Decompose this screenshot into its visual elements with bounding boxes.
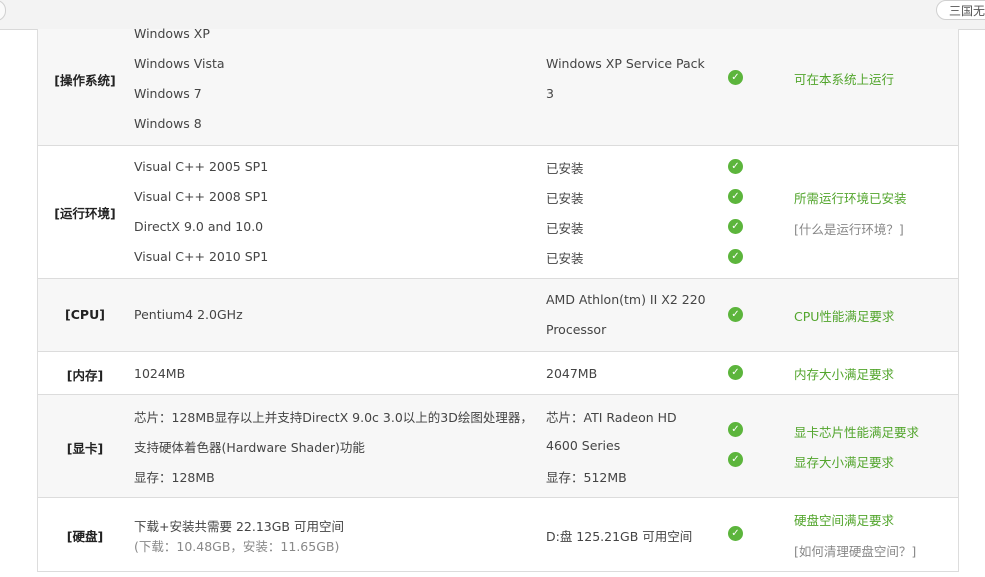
cur-runtime-4: 已安装 [546, 251, 584, 266]
table-row-cpu: [CPU] Pentium4 2.0GHz AMD Athlon(tm) II … [38, 279, 958, 352]
cur-os-2: 3 [546, 86, 554, 101]
category-label: [硬盘] [66, 529, 104, 544]
check-circle-icon: ✓ [728, 452, 743, 467]
what-is-runtime-link[interactable]: [什么是运行环境？] [794, 219, 904, 238]
requirements-table: [操作系统] Windows XP Windows Vista Windows … [37, 26, 959, 572]
cur-gpu-1: 芯片：ATI Radeon HD [546, 410, 677, 425]
table-row-runtime: [运行环境] Visual C++ 2005 SP1 Visual C++ 20… [38, 146, 958, 279]
cur-os-1: Windows XP Service Pack [546, 56, 705, 71]
cur-memory: 2047MB [546, 366, 598, 381]
table-row-disk: [硬盘] 下载+安装共需要 22.13GB 可用空间 (下载：10.48GB，安… [38, 498, 958, 572]
check-circle-icon: ✓ [728, 219, 743, 234]
category-label: [内存] [66, 368, 104, 383]
result-runtime: 所需运行环境已安装 [794, 191, 907, 206]
result-os: 可在本系统上运行 [794, 72, 895, 87]
cur-runtime-2: 已安装 [546, 191, 584, 206]
check-circle-icon: ✓ [728, 189, 743, 204]
result-disk: 硬盘空间满足要求 [794, 513, 895, 528]
category-label: [CPU] [65, 307, 105, 322]
req-os-1: Windows XP [134, 26, 210, 41]
req-memory: 1024MB [134, 366, 186, 381]
table-row-graphics: [显卡] 芯片：128MB显存以上并支持DirectX 9.0c 3.0以上的3… [38, 395, 958, 498]
req-runtime-4: Visual C++ 2010 SP1 [134, 249, 269, 264]
check-circle-icon: ✓ [728, 422, 743, 437]
req-gpu-1: 芯片：128MB显存以上并支持DirectX 9.0c 3.0以上的3D绘图处理… [134, 410, 533, 425]
req-disk-2: (下载：10.48GB，安装：11.65GB) [134, 539, 340, 554]
cur-gpu-3: 显存：512MB [546, 470, 627, 485]
category-label: [运行环境] [54, 206, 116, 221]
check-circle-icon: ✓ [728, 249, 743, 264]
check-circle-icon: ✓ [728, 526, 743, 541]
req-runtime-1: Visual C++ 2005 SP1 [134, 159, 269, 174]
check-circle-icon: ✓ [728, 159, 743, 174]
cur-disk: D:盘 125.21GB 可用空间 [546, 529, 693, 544]
table-row-os: [操作系统] Windows XP Windows Vista Windows … [38, 26, 958, 146]
cur-gpu-2: 4600 Series [546, 438, 621, 453]
req-gpu-3: 显存：128MB [134, 470, 215, 485]
check-circle-icon: ✓ [728, 70, 743, 85]
req-cpu: Pentium4 2.0GHz [134, 307, 243, 322]
req-disk-1: 下载+安装共需要 22.13GB 可用空间 [134, 519, 344, 534]
req-runtime-3: DirectX 9.0 and 10.0 [134, 219, 264, 234]
req-gpu-2: 支持硬体着色器(Hardware Shader)功能 [134, 440, 365, 455]
req-os-3: Windows 7 [134, 86, 202, 101]
check-circle-icon: ✓ [728, 307, 743, 322]
result-cpu: CPU性能满足要求 [794, 309, 895, 324]
result-gpu-vram: 显存大小满足要求 [794, 455, 895, 470]
result-gpu-chip: 显卡芯片性能满足要求 [794, 425, 920, 440]
clean-disk-link[interactable]: [如何清理硬盘空间？] [794, 541, 916, 560]
category-label: [操作系统] [54, 73, 116, 88]
cur-runtime-3: 已安装 [546, 221, 584, 236]
cur-runtime-1: 已安装 [546, 161, 584, 176]
req-runtime-2: Visual C++ 2008 SP1 [134, 189, 269, 204]
cur-cpu-2: Processor [546, 322, 607, 337]
search-input[interactable]: 三国无 [936, 0, 985, 20]
top-left-button[interactable] [0, 0, 6, 21]
check-circle-icon: ✓ [728, 365, 743, 380]
category-label: [显卡] [66, 441, 104, 456]
cur-cpu-1: AMD Athlon(tm) II X2 220 [546, 292, 706, 307]
req-os-2: Windows Vista [134, 56, 225, 71]
result-memory: 内存大小满足要求 [794, 367, 895, 382]
table-row-memory: [内存] 1024MB 2047MB ✓ 内存大小满足要求 [38, 352, 958, 395]
req-os-4: Windows 8 [134, 116, 202, 131]
